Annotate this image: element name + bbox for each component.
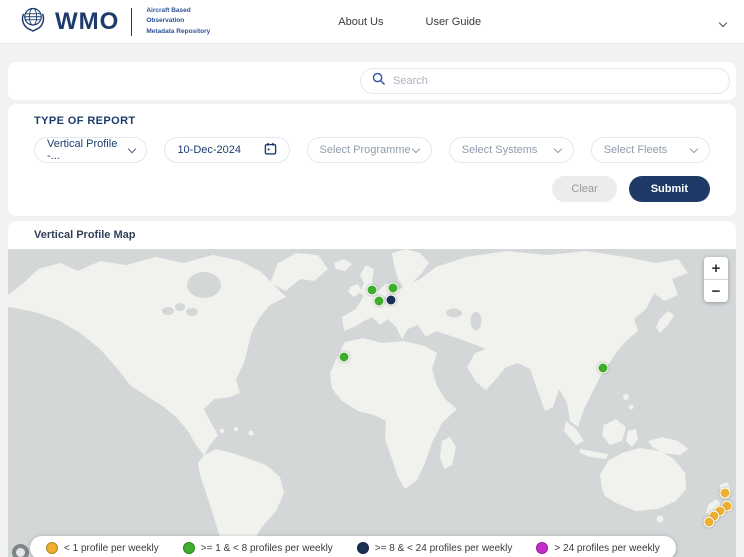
filters-row: Vertical Profile -... 10-Dec-2024 Select… (34, 137, 710, 163)
clear-button[interactable]: Clear (552, 176, 616, 202)
filters-title: TYPE OF REPORT (34, 115, 710, 127)
wmo-emblem-icon (18, 4, 48, 39)
fleets-placeholder: Select Fleets (604, 144, 668, 156)
brand-acronym: WMO (55, 8, 119, 36)
legend-dot-magenta (536, 542, 548, 554)
legend-dot-yellow (46, 542, 58, 554)
map-attribution-icon[interactable] (12, 544, 29, 557)
map-marker[interactable] (339, 352, 350, 363)
filter-actions: Clear Submit (34, 176, 710, 202)
legend-item-1to8: >= 1 & < 8 profiles per weekly (183, 542, 333, 554)
chevron-down-icon (690, 144, 698, 152)
legend-item-gt24: > 24 profiles per weekly (536, 542, 659, 554)
legend-label: > 24 profiles per weekly (554, 543, 659, 554)
search-card (8, 62, 736, 100)
nav-user-guide[interactable]: User Guide (426, 16, 482, 28)
programme-dropdown[interactable]: Select Programme (307, 137, 432, 163)
map-marker[interactable] (374, 296, 385, 307)
zoom-out-button[interactable]: − (704, 280, 728, 302)
header-chevron-down-icon[interactable] (720, 13, 726, 31)
world-map[interactable]: + − < 1 profile per weekly >= 1 & < 8 pr… (8, 249, 736, 557)
legend-dot-navy (357, 542, 369, 554)
brand-divider (131, 8, 132, 36)
calendar-icon (264, 142, 277, 158)
legend-item-8to24: >= 8 & < 24 profiles per weekly (357, 542, 513, 554)
fleets-dropdown[interactable]: Select Fleets (591, 137, 710, 163)
map-marker[interactable] (704, 517, 715, 528)
wmo-brand[interactable]: WMO Aircraft Based Observation Metadata … (18, 4, 210, 39)
systems-placeholder: Select Systems (462, 144, 538, 156)
chevron-down-icon (411, 144, 419, 152)
search-box[interactable] (360, 68, 730, 94)
map-marker[interactable] (367, 285, 378, 296)
legend-label: >= 1 & < 8 profiles per weekly (201, 543, 333, 554)
systems-dropdown[interactable]: Select Systems (449, 137, 574, 163)
date-picker[interactable]: 10-Dec-2024 (164, 137, 289, 163)
map-zoom-control: + − (704, 257, 728, 302)
legend-label: >= 8 & < 24 profiles per weekly (375, 543, 513, 554)
brand-subtitle-line2: Observation (146, 16, 210, 26)
legend-label: < 1 profile per weekly (64, 543, 159, 554)
search-icon (372, 72, 385, 90)
map-marker[interactable] (388, 283, 399, 294)
nav-about-us[interactable]: About Us (338, 16, 383, 28)
legend-dot-green (183, 542, 195, 554)
zoom-in-button[interactable]: + (704, 257, 728, 279)
brand-subtitle: Aircraft Based Observation Metadata Repo… (146, 6, 210, 36)
map-title: Vertical Profile Map (8, 229, 736, 249)
map-marker[interactable] (386, 295, 397, 306)
map-marker[interactable] (720, 488, 731, 499)
chevron-down-icon (553, 144, 561, 152)
map-card: Vertical Profile Map (8, 221, 736, 557)
map-marker[interactable] (598, 363, 609, 374)
date-value: 10-Dec-2024 (177, 144, 241, 156)
brand-subtitle-line1: Aircraft Based (146, 6, 210, 16)
filters-card: TYPE OF REPORT Vertical Profile -... 10-… (8, 104, 736, 216)
submit-button[interactable]: Submit (629, 176, 710, 202)
page-content: TYPE OF REPORT Vertical Profile -... 10-… (0, 44, 744, 557)
programme-placeholder: Select Programme (320, 144, 411, 156)
map-markers-layer (8, 249, 736, 557)
report-type-value: Vertical Profile -... (47, 138, 129, 162)
legend-item-lt1: < 1 profile per weekly (46, 542, 159, 554)
search-input[interactable] (393, 75, 718, 87)
report-type-dropdown[interactable]: Vertical Profile -... (34, 137, 147, 163)
app-header: WMO Aircraft Based Observation Metadata … (0, 0, 744, 44)
map-legend: < 1 profile per weekly >= 1 & < 8 profil… (30, 536, 676, 557)
main-nav: About Us User Guide (338, 16, 481, 28)
brand-subtitle-line3: Metadata Repository (146, 27, 210, 37)
